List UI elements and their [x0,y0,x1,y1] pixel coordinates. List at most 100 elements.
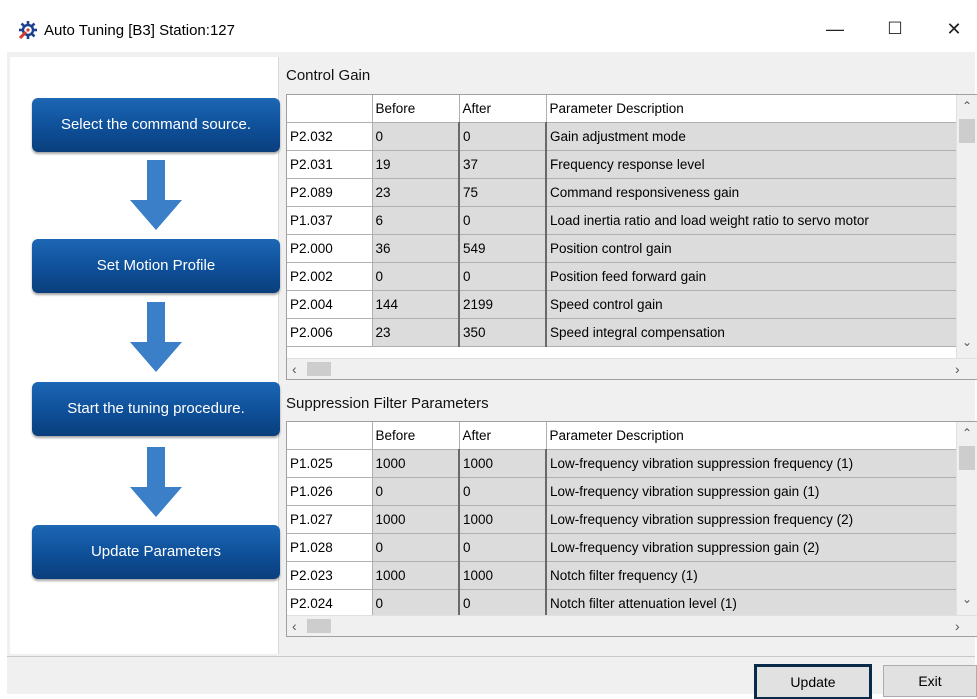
param-description: Speed control gain [546,290,958,319]
scroll-right-arrow-icon[interactable]: › [955,361,960,377]
after-value: 549 [459,234,547,263]
param-description: Low-frequency vibration suppression gain… [546,533,958,562]
maximize-button[interactable]: ☐ [872,14,918,44]
window-title: Auto Tuning [B3] Station:127 [44,22,235,39]
param-id: P2.024 [287,589,373,618]
table-row[interactable]: P2.032 0 0 Gain adjustment mode [287,122,958,151]
horizontal-scrollbar[interactable]: ‹ › [287,358,977,379]
after-value: 2199 [459,290,547,319]
table-header-row: Before After Parameter Description [287,422,958,450]
table-row[interactable]: P2.023 1000 1000 Notch filter frequency … [287,561,958,590]
table-row[interactable]: P1.025 1000 1000 Low-frequency vibration… [287,449,958,478]
param-description: Gain adjustment mode [546,122,958,151]
scroll-left-arrow-icon[interactable]: ‹ [292,618,297,634]
param-description: Low-frequency vibration suppression gain… [546,477,958,506]
table-row[interactable]: P1.028 0 0 Low-frequency vibration suppr… [287,533,958,562]
horizontal-scrollbar[interactable]: ‹ › [287,615,977,636]
after-value: 1000 [459,505,547,534]
param-id: P1.037 [287,206,373,235]
scroll-right-arrow-icon[interactable]: › [955,618,960,634]
suppression-filter-grid[interactable]: Before After Parameter Description P1.02… [286,421,977,637]
control-gain-grid[interactable]: Before After Parameter Description P2.03… [286,94,977,380]
down-arrow-icon [130,302,182,372]
suppression-filter-title: Suppression Filter Parameters [286,395,489,412]
after-value: 0 [459,262,547,291]
after-value: 1000 [459,449,547,478]
table-row[interactable]: P2.006 23 350 Speed integral compensatio… [287,318,958,347]
param-description: Notch filter attenuation level (1) [546,589,958,618]
before-value: 23 [372,318,460,347]
before-value: 0 [372,122,460,151]
param-description: Low-frequency vibration suppression freq… [546,449,958,478]
footer-divider [7,656,975,657]
before-value: 0 [372,533,460,562]
scroll-thumb[interactable] [307,362,331,376]
param-id: P1.027 [287,505,373,534]
scroll-up-arrow-icon[interactable]: ⌃ [962,426,972,440]
param-description: Command responsiveness gain [546,178,958,207]
close-button[interactable]: ✕ [931,14,977,44]
column-header-description: Parameter Description [546,95,958,123]
table-row[interactable]: P1.037 6 0 Load inertia ratio and load w… [287,206,958,235]
before-value: 144 [372,290,460,319]
param-description: Notch filter frequency (1) [546,561,958,590]
before-value: 19 [372,150,460,179]
param-id: P2.002 [287,262,373,291]
param-id: P1.028 [287,533,373,562]
scroll-up-arrow-icon[interactable]: ⌃ [962,99,972,113]
after-value: 0 [459,533,547,562]
table-row[interactable]: P2.024 0 0 Notch filter attenuation leve… [287,589,958,618]
exit-button[interactable]: Exit [883,665,977,697]
step-update-parameters[interactable]: Update Parameters [32,525,280,579]
table-row[interactable]: P2.089 23 75 Command responsiveness gain [287,178,958,207]
gear-tuning-icon [18,21,37,40]
minimize-button[interactable]: — [812,14,858,44]
column-header-param [287,422,373,450]
scroll-thumb[interactable] [959,446,975,470]
table-row[interactable]: P2.031 19 37 Frequency response level [287,150,958,179]
after-value: 350 [459,318,547,347]
before-value: 23 [372,178,460,207]
control-gain-title: Control Gain [286,67,371,84]
param-id: P2.023 [287,561,373,590]
param-description: Speed integral compensation [546,318,958,347]
scroll-thumb[interactable] [959,119,975,143]
before-value: 1000 [372,505,460,534]
before-value: 0 [372,262,460,291]
table-row[interactable]: P1.027 1000 1000 Low-frequency vibration… [287,505,958,534]
scroll-down-arrow-icon[interactable]: ⌄ [962,335,972,349]
step-set-motion-profile[interactable]: Set Motion Profile [32,239,280,293]
title-bar: Auto Tuning [B3] Station:127 — ☐ ✕ [0,0,977,44]
vertical-scrollbar[interactable]: ⌃ ⌄ [956,95,977,359]
after-value: 37 [459,150,547,179]
param-id: P1.025 [287,449,373,478]
param-id: P2.000 [287,234,373,263]
scroll-down-arrow-icon[interactable]: ⌄ [962,592,972,606]
table-row[interactable]: P2.000 36 549 Position control gain [287,234,958,263]
after-value: 0 [459,589,547,618]
param-id: P2.004 [287,290,373,319]
column-header-before: Before [372,422,460,450]
wizard-steps-panel: Select the command source. Set Motion Pr… [10,57,280,654]
vertical-scrollbar[interactable]: ⌃ ⌄ [956,422,977,616]
param-id: P2.031 [287,150,373,179]
param-id: P2.089 [287,178,373,207]
table-row[interactable]: P2.004 144 2199 Speed control gain [287,290,958,319]
before-value: 1000 [372,449,460,478]
table-row[interactable]: P1.026 0 0 Low-frequency vibration suppr… [287,477,958,506]
step-select-command-source[interactable]: Select the command source. [32,98,280,152]
param-description: Position control gain [546,234,958,263]
param-description: Low-frequency vibration suppression freq… [546,505,958,534]
scroll-left-arrow-icon[interactable]: ‹ [292,361,297,377]
before-value: 0 [372,477,460,506]
scroll-thumb[interactable] [307,619,331,633]
column-header-param [287,95,373,123]
before-value: 6 [372,206,460,235]
after-value: 0 [459,206,547,235]
param-id: P2.032 [287,122,373,151]
step-start-tuning[interactable]: Start the tuning procedure. [32,382,280,436]
param-description: Load inertia ratio and load weight ratio… [546,206,958,235]
table-row[interactable]: P2.002 0 0 Position feed forward gain [287,262,958,291]
after-value: 0 [459,122,547,151]
down-arrow-icon [130,160,182,230]
